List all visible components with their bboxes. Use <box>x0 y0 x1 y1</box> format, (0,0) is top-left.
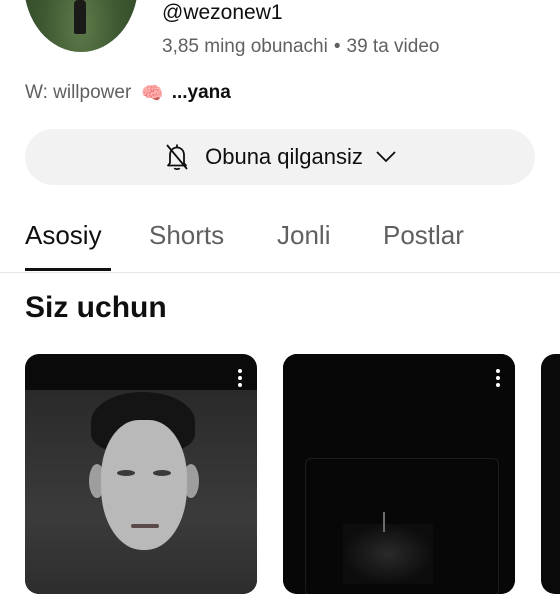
more-link[interactable]: ...yana <box>172 82 231 104</box>
active-tab-indicator <box>25 268 111 271</box>
tab-postlar[interactable]: Postlar <box>383 220 464 251</box>
video-card-1[interactable] <box>25 354 257 594</box>
channel-avatar[interactable] <box>24 0 138 52</box>
channel-tabs: Asosiy Shorts Jonli Postlar <box>0 212 560 273</box>
brain-emoji: 🧠 <box>141 82 164 103</box>
tab-shorts[interactable]: Shorts <box>149 220 224 251</box>
bell-off-icon <box>166 144 188 171</box>
video-card-2[interactable] <box>283 354 515 594</box>
tab-jonli[interactable]: Jonli <box>277 220 330 251</box>
more-options-icon[interactable] <box>495 368 501 388</box>
stats-separator: • <box>333 36 341 57</box>
tab-asosiy[interactable]: Asosiy <box>25 220 102 251</box>
subscriber-count: 3,85 ming obunachi <box>162 36 328 57</box>
avatar-figure <box>74 0 86 34</box>
channel-stats: 3,85 ming obunachi • 39 ta video <box>162 36 439 58</box>
channel-description[interactable]: W: willpower 🧠 ...yana <box>25 82 231 104</box>
video-card-3[interactable] <box>541 354 560 594</box>
description-text: W: willpower <box>25 82 132 103</box>
video-thumbnail-portrait <box>25 390 257 594</box>
channel-handle: @wezonew1 <box>162 1 283 24</box>
video-thumbnail-dark <box>283 354 515 594</box>
chevron-down-icon <box>376 151 396 163</box>
subscribed-button[interactable]: Obuna qilgansiz <box>25 129 535 185</box>
subscribed-label: Obuna qilgansiz <box>205 144 363 169</box>
section-title: Siz uchun <box>25 291 167 324</box>
more-options-icon[interactable] <box>237 368 243 388</box>
video-count: 39 ta video <box>346 36 440 57</box>
